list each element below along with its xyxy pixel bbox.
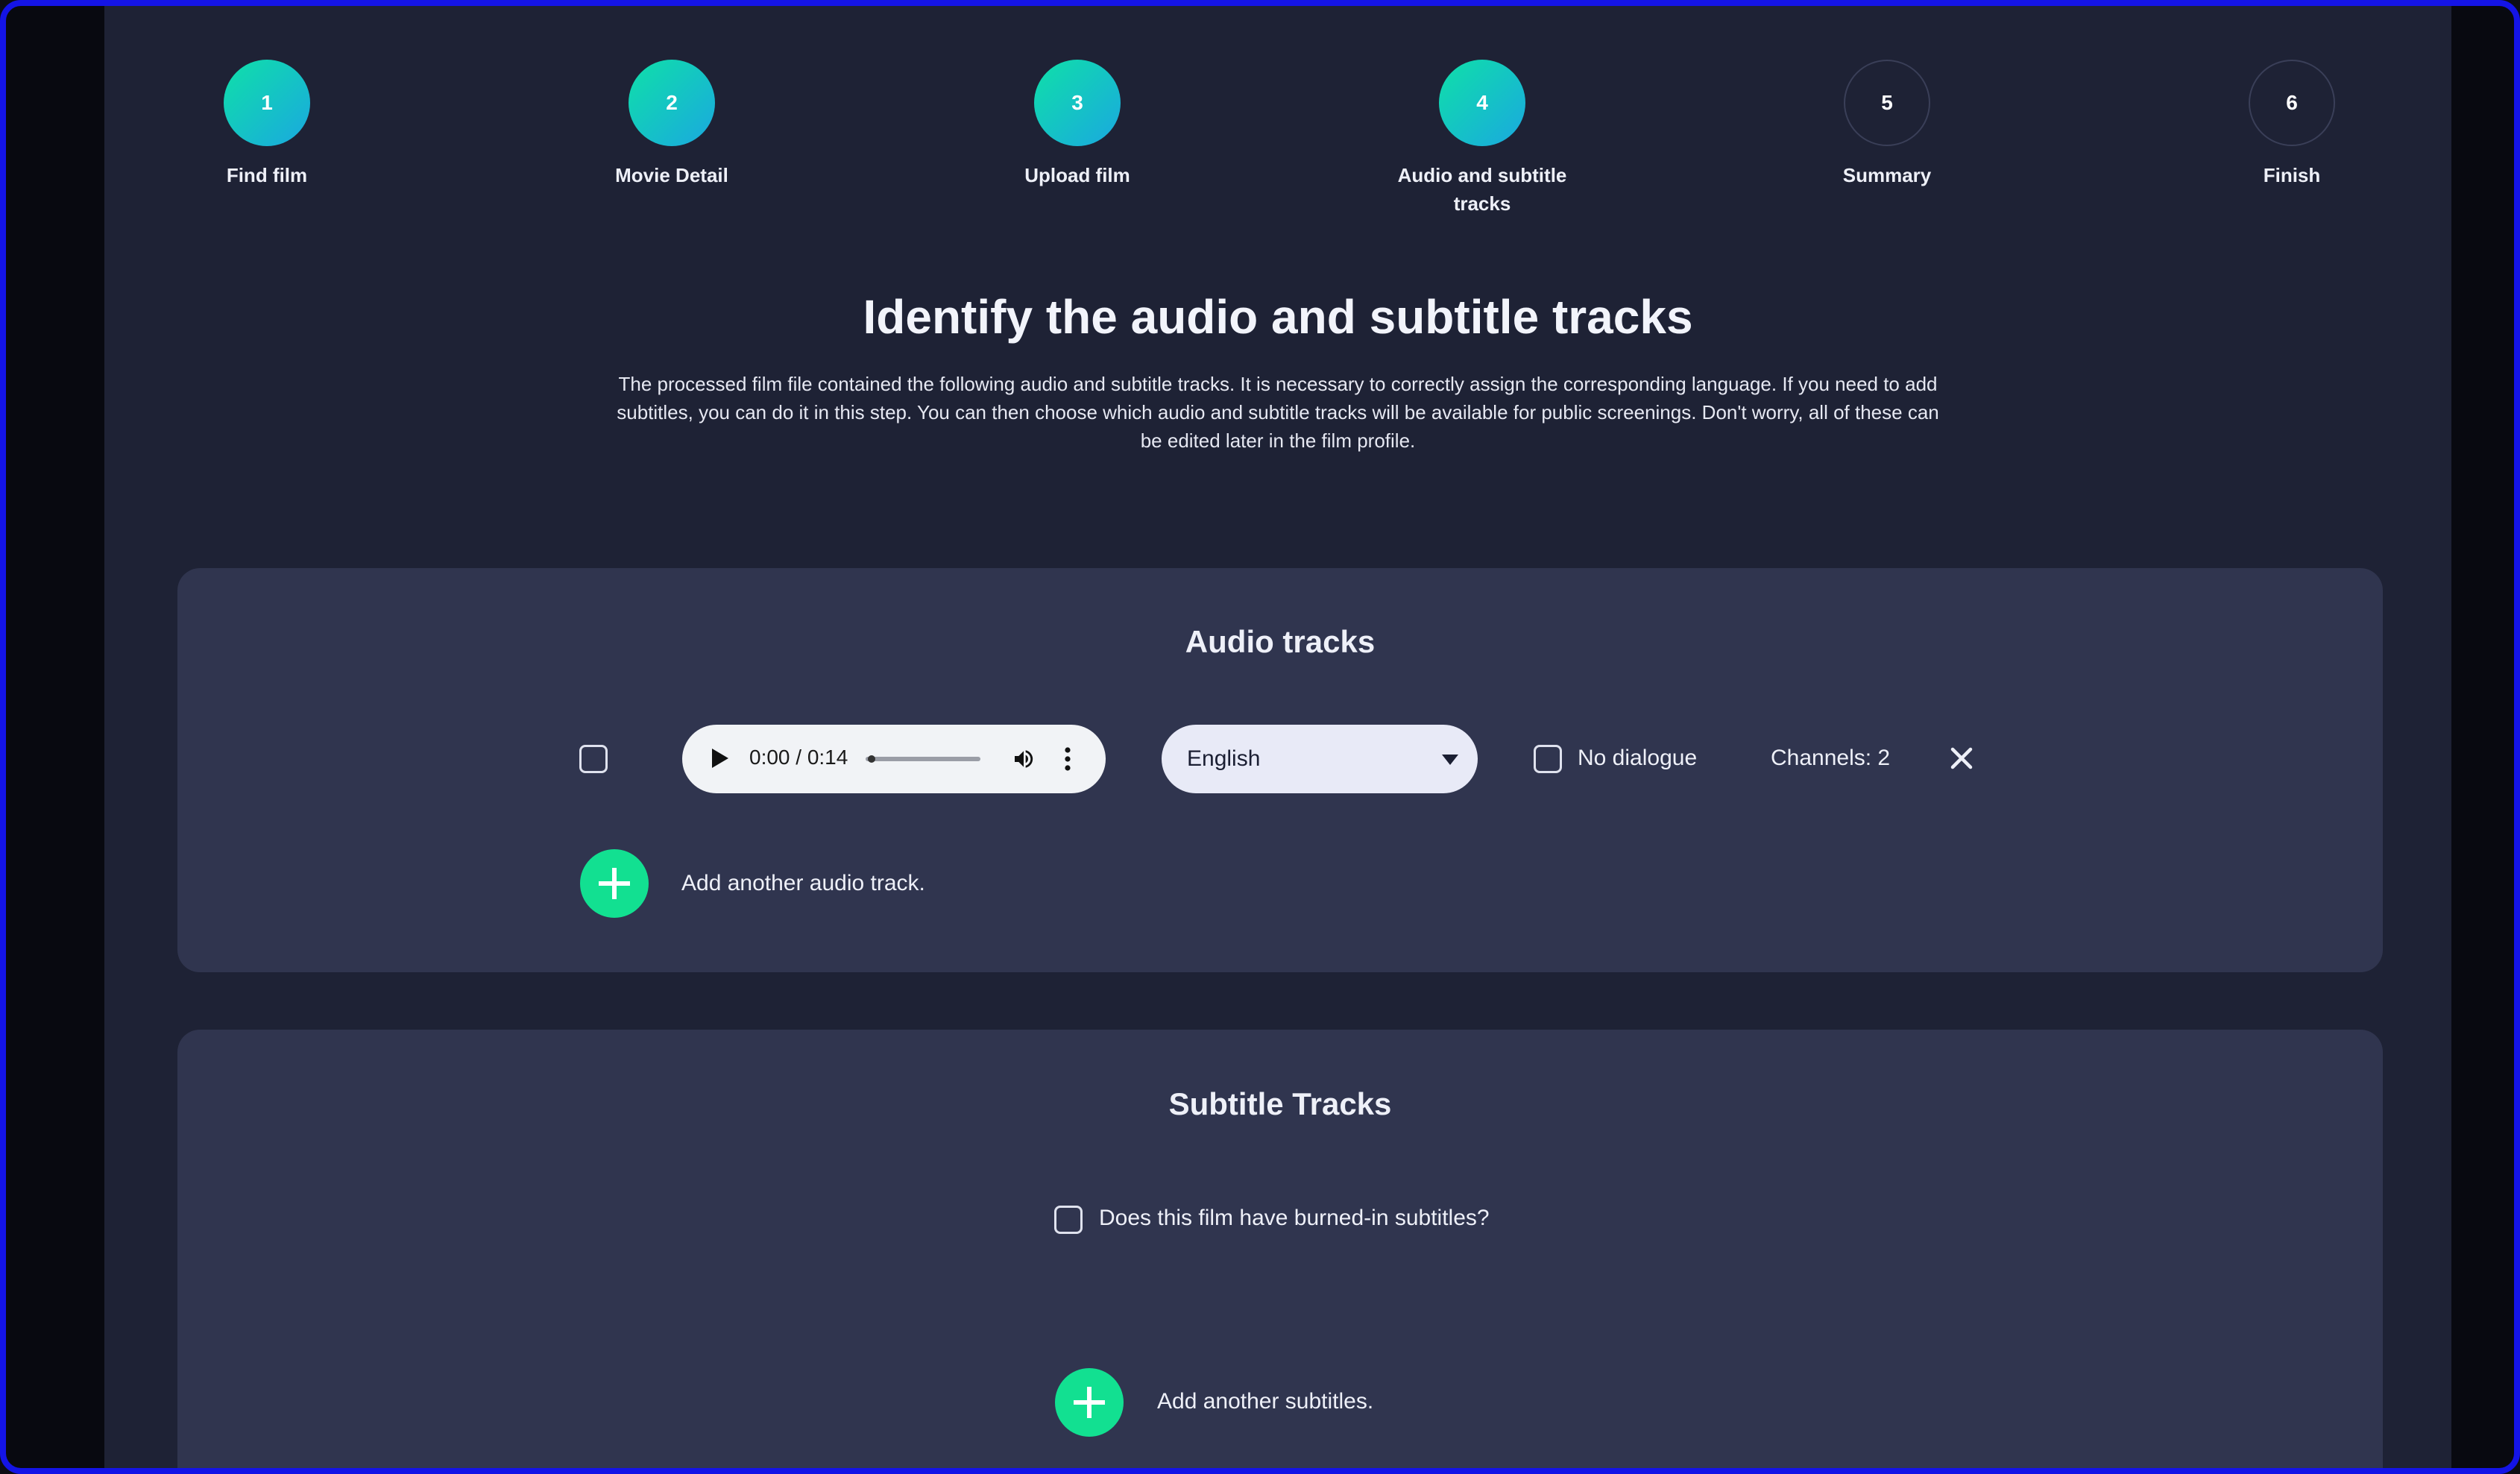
audio-tracks-title: Audio tracks: [1185, 624, 1376, 659]
step-circle: 6: [2249, 60, 2335, 146]
wizard-stepper: 1 Find film 2 Movie Detail 3 Upload film…: [104, 6, 2451, 230]
subtitle-tracks-card: Subtitle Tracks Does this film have burn…: [177, 1030, 2383, 1468]
page-description: The processed film file contained the fo…: [617, 373, 1939, 452]
step-summary[interactable]: 5 Summary: [1775, 60, 1999, 189]
burned-in-subtitles-label: Does this film have burned-in subtitles?: [1099, 1206, 1490, 1230]
add-audio-track-button[interactable]: [580, 849, 649, 918]
step-find-film[interactable]: 1 Find film: [155, 60, 379, 189]
more-vert-icon[interactable]: [1064, 746, 1071, 772]
no-dialogue-label: No dialogue: [1578, 746, 1698, 770]
chevron-down-icon: [1442, 755, 1458, 765]
volume-icon[interactable]: [1010, 747, 1037, 771]
step-label: Upload film: [1024, 164, 1130, 186]
step-label: Movie Detail: [615, 164, 728, 186]
audio-progress-slider[interactable]: [866, 755, 980, 763]
app-frame: 1 Find film 2 Movie Detail 3 Upload film…: [0, 0, 2520, 1474]
step-circle: 1: [224, 60, 310, 146]
audio-player: 0:00 / 0:14: [682, 725, 1106, 793]
step-label: Finish: [2263, 164, 2321, 186]
step-upload-film[interactable]: 3 Upload film: [966, 60, 1189, 189]
close-icon[interactable]: [1948, 745, 1975, 772]
step-circle: 5: [1844, 60, 1930, 146]
step-circle: 3: [1034, 60, 1121, 146]
step-label: Summary: [1842, 164, 1932, 186]
main-content: 1 Find film 2 Movie Detail 3 Upload film…: [104, 6, 2451, 1468]
add-audio-track-label[interactable]: Add another audio track.: [681, 871, 925, 896]
audio-language-value: English: [1187, 746, 1261, 771]
audio-time: 0:00 / 0:14: [749, 746, 848, 769]
step-circle: 2: [629, 60, 715, 146]
audio-tracks-card: Audio tracks 0:00 / 0:14 English No dial…: [177, 568, 2383, 972]
audio-channels: Channels: 2: [1771, 746, 1891, 770]
step-label: Find film: [226, 164, 308, 186]
page-title: Identify the audio and subtitle tracks: [863, 290, 1693, 344]
burned-in-subtitles-checkbox[interactable]: [1054, 1206, 1083, 1234]
audio-track-select-checkbox[interactable]: [579, 745, 608, 773]
step-finish[interactable]: 6 Finish: [2180, 60, 2404, 189]
progress-thumb[interactable]: [868, 755, 876, 763]
audio-language-select[interactable]: English: [1162, 725, 1478, 793]
subtitle-tracks-title: Subtitle Tracks: [1168, 1086, 1392, 1121]
no-dialogue-checkbox[interactable]: [1534, 745, 1562, 773]
play-icon[interactable]: [712, 749, 728, 768]
add-subtitle-label[interactable]: Add another subtitles.: [1157, 1389, 1373, 1414]
step-movie-detail[interactable]: 2 Movie Detail: [560, 60, 784, 189]
step-label: Audio and subtitle tracks: [1397, 164, 1567, 215]
step-circle: 4: [1439, 60, 1525, 146]
add-subtitle-button[interactable]: [1055, 1368, 1124, 1437]
step-audio-subtitle-tracks[interactable]: 4 Audio and subtitle tracks: [1370, 60, 1594, 218]
